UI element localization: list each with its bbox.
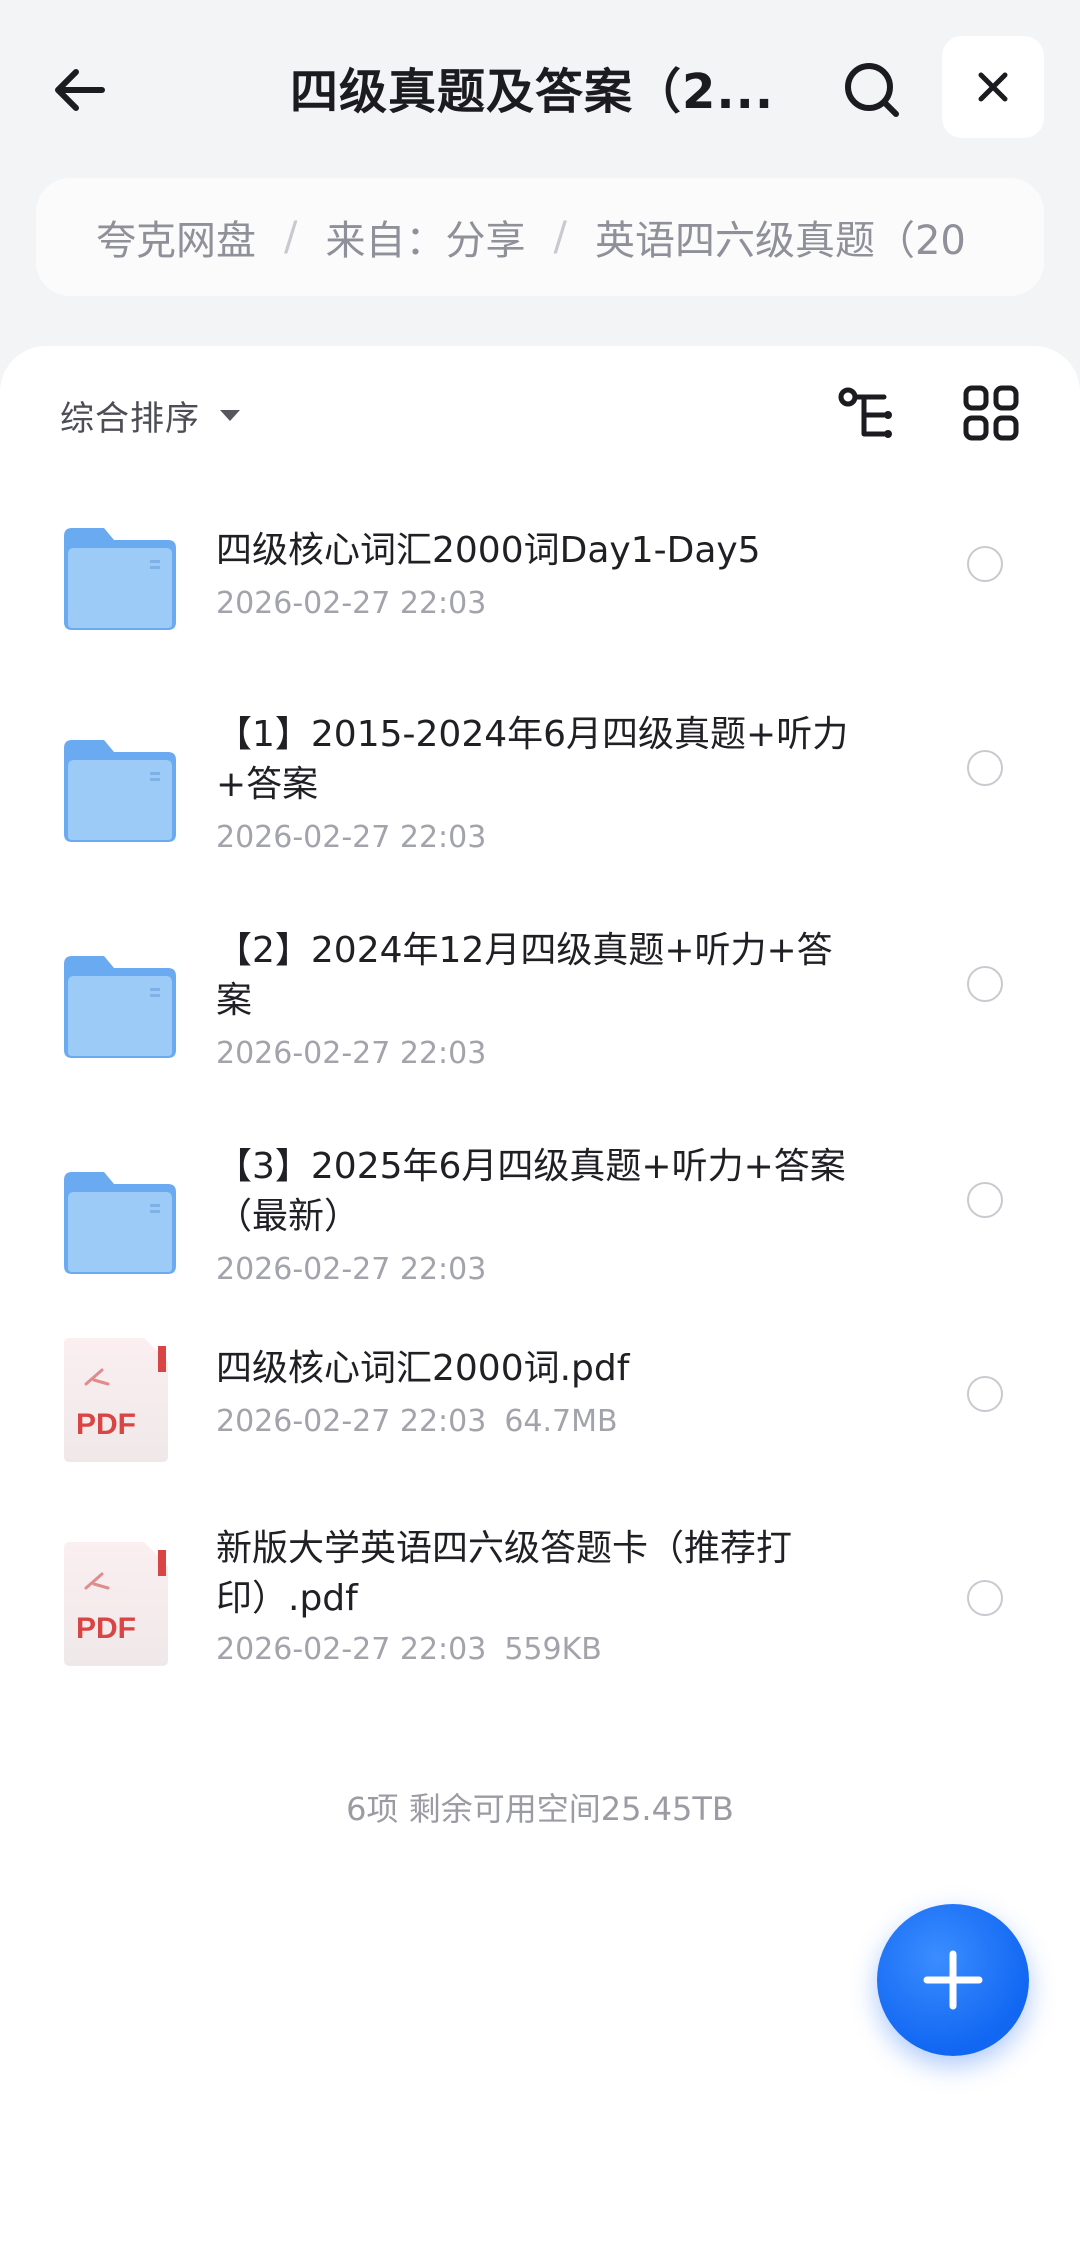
- breadcrumb: 夸克网盘 / 来自：分享 / 英语四六级真题（20: [36, 178, 1044, 296]
- folder-icon: [64, 740, 176, 842]
- pdf-badge-text: PDF: [76, 1612, 136, 1645]
- list-item[interactable]: 四级核心词汇2000词Day1-Day5 2026-02-27 22:03: [0, 496, 1080, 700]
- list-item[interactable]: 【3】2025年6月四级真题+听力+答案（最新） 2026-02-27 22:0…: [0, 1130, 1080, 1320]
- page: 四级真题及答案（2... 夸克网盘 / 来自：分享 / 英语四六级真题（20 综…: [0, 0, 1080, 2253]
- tree-view-button[interactable]: [836, 384, 900, 448]
- select-checkbox[interactable]: [967, 1580, 1003, 1616]
- pdf-file-icon: PDF: [64, 1542, 168, 1666]
- select-checkbox[interactable]: [967, 1182, 1003, 1218]
- file-name: 【3】2025年6月四级真题+听力+答案（最新）: [216, 1146, 846, 1237]
- file-name: 四级核心词汇2000词.pdf: [216, 1348, 630, 1389]
- pdf-file-icon: PDF: [64, 1338, 168, 1462]
- list-item[interactable]: PDF 新版大学英语四六级答题卡（推荐打印）.pdf 2026-02-27 22…: [0, 1524, 1080, 1744]
- caret-down-icon: [220, 409, 240, 421]
- list-item[interactable]: 【2】2024年12月四级真题+听力+答案 2026-02-27 22:03: [0, 914, 1080, 1130]
- file-meta: 2026-02-27 22:03 64.7MB: [216, 1402, 618, 1442]
- file-meta: 2026-02-27 22:03: [216, 1250, 486, 1290]
- file-date: 2026-02-27 22:03: [216, 1036, 487, 1071]
- tree-structure-icon: [838, 387, 892, 438]
- file-date: 2026-02-27 22:03: [216, 586, 487, 621]
- file-name: 【1】2015-2024年6月四级真题+听力+答案: [216, 714, 849, 805]
- select-checkbox[interactable]: [967, 1376, 1003, 1412]
- file-date: 2026-02-27 22:03: [216, 1252, 487, 1287]
- folder-icon: [64, 528, 176, 630]
- plus-icon: [923, 1950, 983, 2010]
- search-button[interactable]: [830, 48, 914, 132]
- file-list: 四级核心词汇2000词Day1-Day5 2026-02-27 22:03 【1…: [0, 496, 1080, 1744]
- file-size: 559KB: [504, 1632, 602, 1667]
- file-meta: 2026-02-27 22:03: [216, 1034, 486, 1074]
- file-date: 2026-02-27 22:03: [216, 820, 487, 855]
- file-name: 新版大学英语四六级答题卡（推荐打印）.pdf: [216, 1528, 793, 1619]
- file-meta: 2026-02-27 22:03 559KB: [216, 1630, 602, 1670]
- breadcrumb-item-share[interactable]: 来自：分享: [325, 208, 525, 266]
- list-item[interactable]: PDF 四级核心词汇2000词.pdf 2026-02-27 22:03 64.7…: [0, 1320, 1080, 1524]
- close-icon: [978, 72, 1008, 102]
- pdf-badge-text: PDF: [76, 1408, 136, 1441]
- page-title: 四级真题及答案（2...: [290, 64, 775, 120]
- breadcrumb-item-current[interactable]: 英语四六级真题（20: [595, 208, 1044, 266]
- list-item[interactable]: 【1】2015-2024年6月四级真题+听力+答案 2026-02-27 22:…: [0, 700, 1080, 914]
- breadcrumb-item-root[interactable]: 夸克网盘: [96, 208, 256, 266]
- select-checkbox[interactable]: [967, 750, 1003, 786]
- select-checkbox[interactable]: [967, 546, 1003, 582]
- search-icon: [845, 63, 899, 117]
- breadcrumb-separator: /: [284, 214, 298, 260]
- grid-view-icon: [963, 385, 1019, 441]
- add-button[interactable]: [877, 1904, 1029, 2056]
- arrow-left-icon: [55, 69, 105, 111]
- file-name: 四级核心词汇2000词Day1-Day5: [216, 530, 761, 571]
- sort-label: 综合排序: [60, 398, 200, 439]
- folder-icon: [64, 1172, 176, 1274]
- breadcrumb-separator: /: [553, 214, 567, 260]
- file-size: 64.7MB: [504, 1404, 618, 1439]
- select-checkbox[interactable]: [967, 966, 1003, 1002]
- file-list-panel: 综合排序 四级核心词汇2000词Day1-Day5 2026-02-27 22:…: [0, 346, 1080, 2253]
- file-name: 【2】2024年12月四级真题+听力+答案: [216, 930, 833, 1021]
- back-button[interactable]: [40, 50, 120, 130]
- folder-icon: [64, 956, 176, 1058]
- file-date: 2026-02-27 22:03: [216, 1632, 487, 1667]
- top-bar: 四级真题及答案（2...: [0, 0, 1080, 175]
- grid-view-button[interactable]: [962, 384, 1020, 442]
- sort-dropdown[interactable]: 综合排序: [60, 390, 240, 440]
- file-meta: 2026-02-27 22:03: [216, 818, 486, 858]
- file-meta: 2026-02-27 22:03: [216, 584, 486, 624]
- storage-summary: 6项 剩余可用空间25.45TB: [346, 1790, 734, 1828]
- close-button[interactable]: [942, 36, 1044, 138]
- file-date: 2026-02-27 22:03: [216, 1404, 487, 1439]
